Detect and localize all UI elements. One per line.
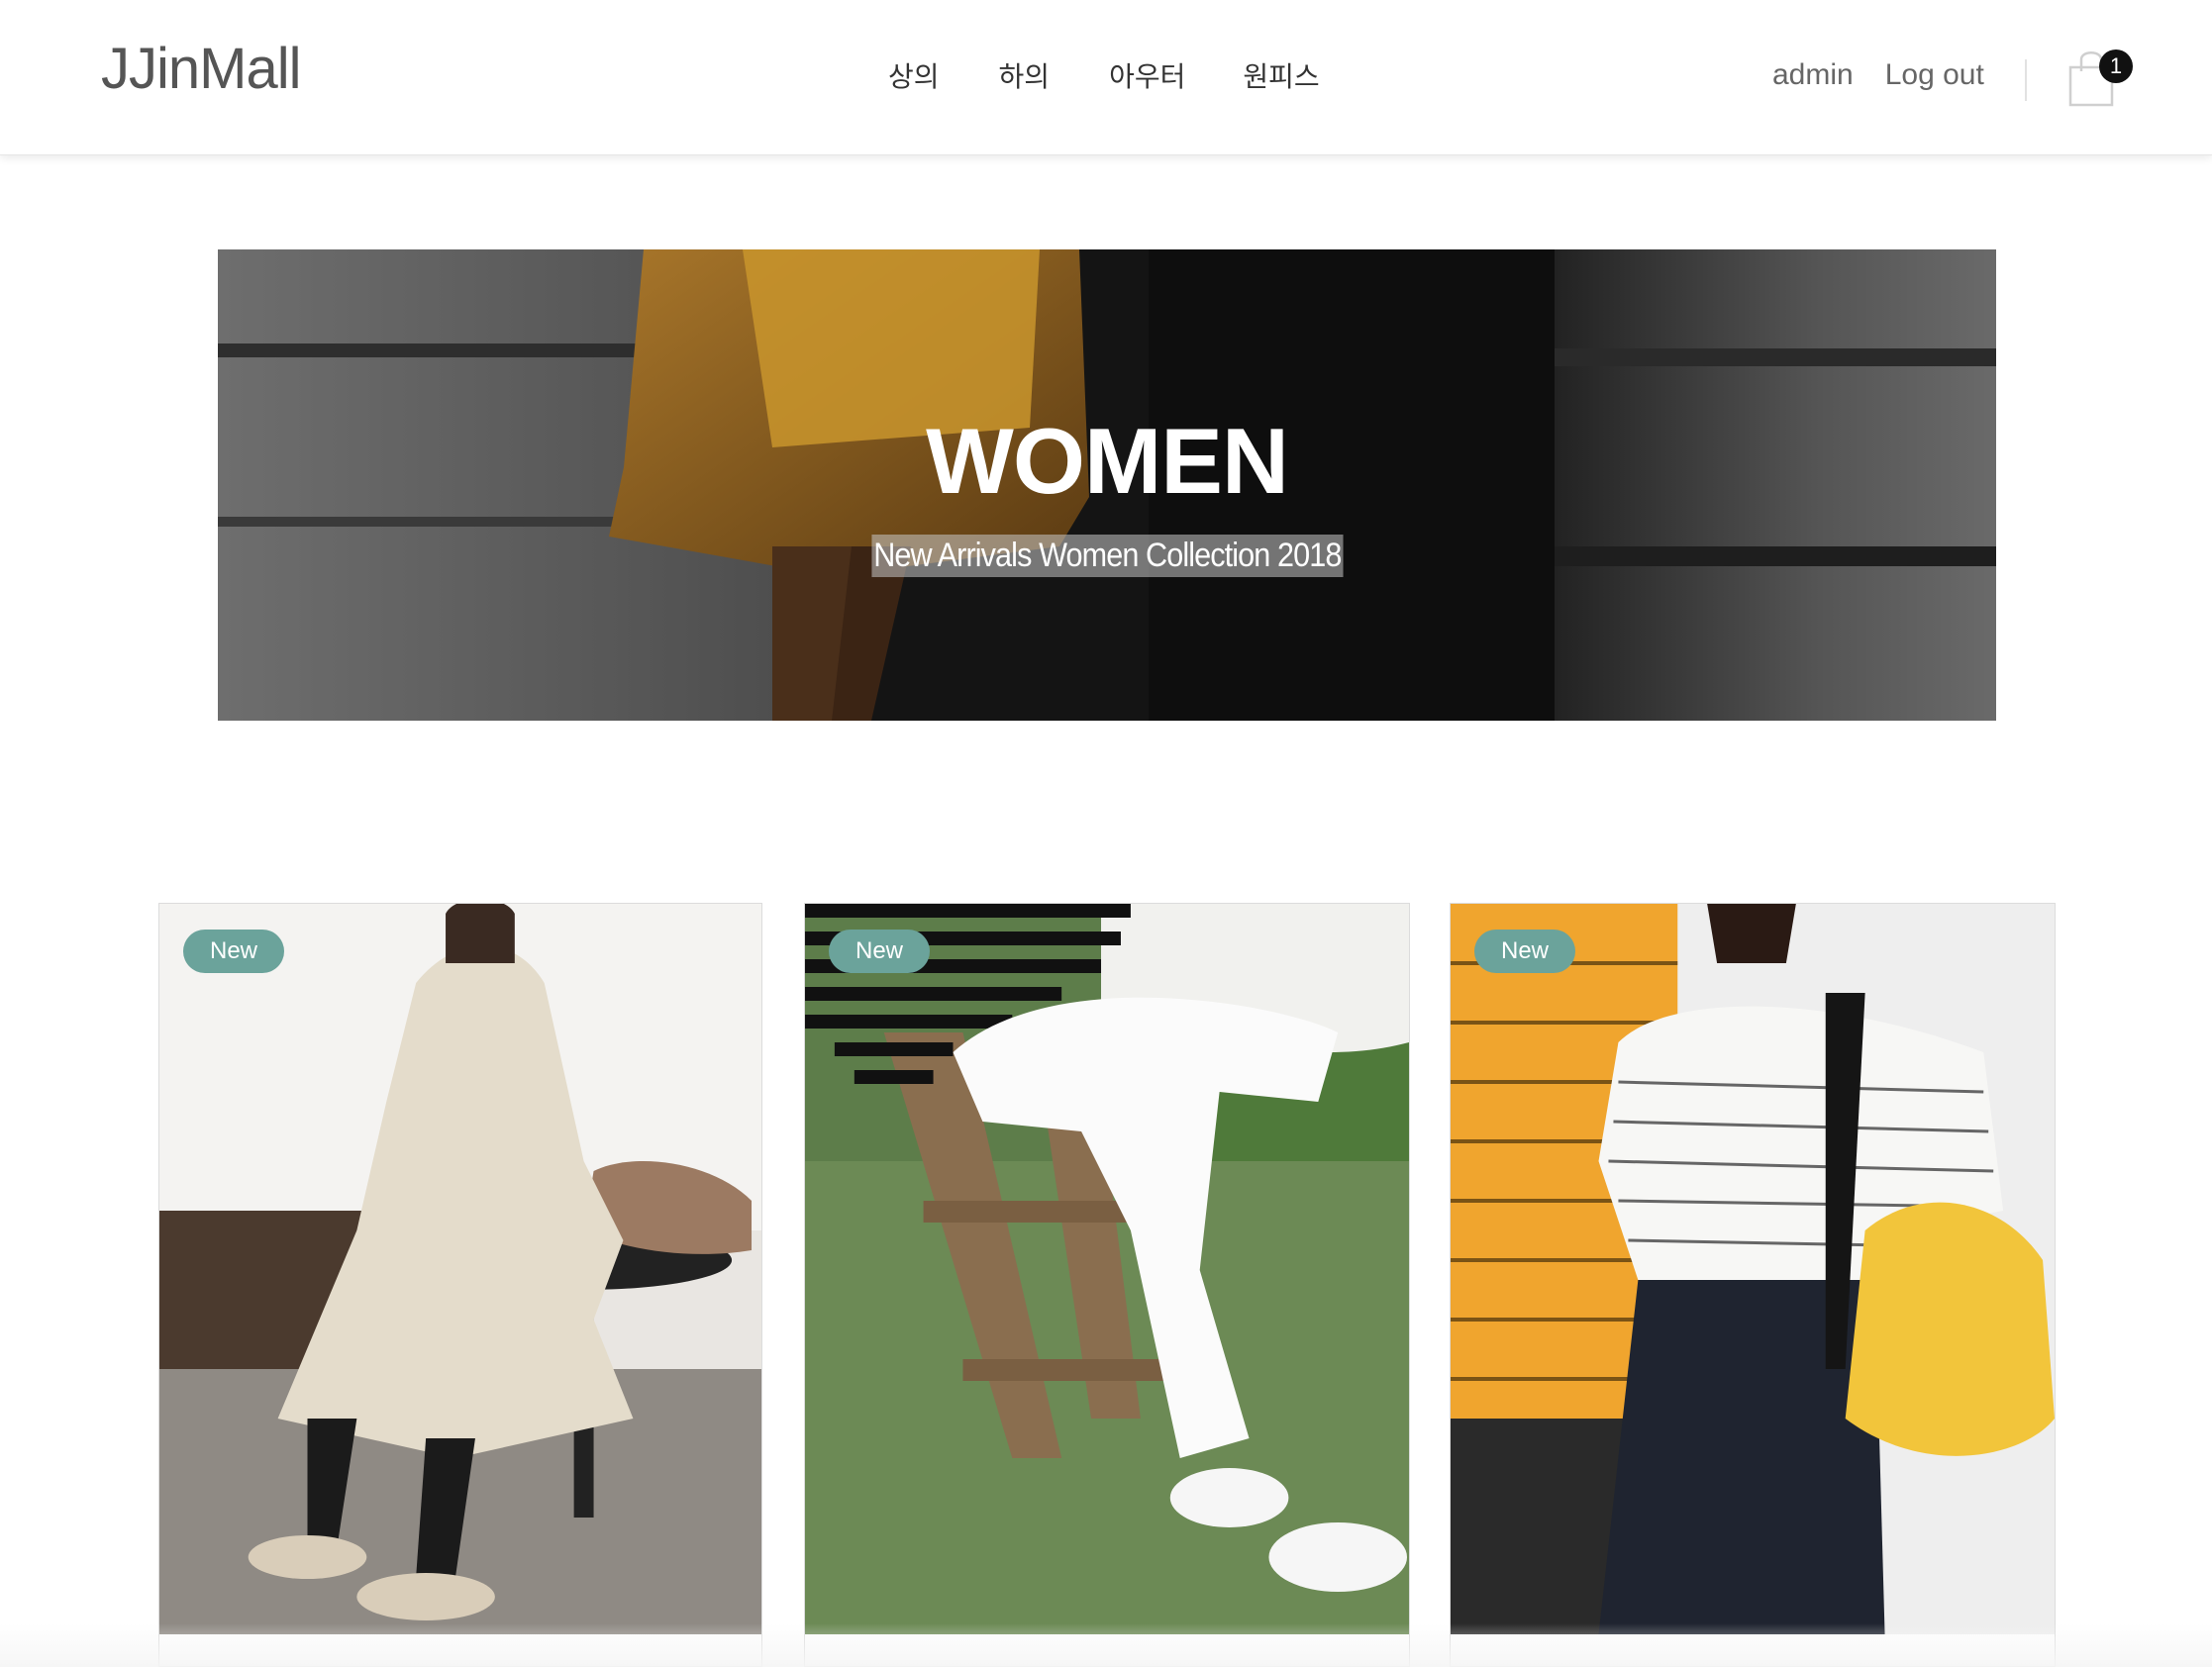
new-badge: New [183,930,284,973]
nav-item-tops[interactable]: 상의 [888,55,940,95]
hero-title: WOMEN [926,409,1289,513]
nav-item-dress[interactable]: 원피스 [1243,55,1319,95]
new-badge: New [1474,930,1575,973]
nav-item-outer[interactable]: 아우터 [1109,55,1185,95]
product-image [1451,904,2055,1634]
username-link[interactable]: admin [1772,58,1854,92]
product-card[interactable]: New [804,903,1410,1667]
user-menu: admin Log out [1772,55,1984,95]
product-image [805,904,1409,1634]
hero-banner[interactable]: WOMEN New Arrivals Women Collection 2018 [218,249,1996,721]
product-card[interactable]: New [158,903,762,1667]
logout-link[interactable]: Log out [1885,58,1984,92]
product-grid: New New New [158,903,2056,1667]
site-header: JJinMall 상의 하의 아우터 원피스 admin Log out 1 [0,0,2212,155]
header-divider [2025,59,2027,101]
product-image [159,904,761,1634]
nav-item-bottoms[interactable]: 하의 [999,55,1051,95]
product-card[interactable]: New [1450,903,2056,1667]
new-badge: New [829,930,930,973]
hero-subtitle: New Arrivals Women Collection 2018 [871,535,1343,577]
cart-count-badge: 1 [2099,49,2133,83]
